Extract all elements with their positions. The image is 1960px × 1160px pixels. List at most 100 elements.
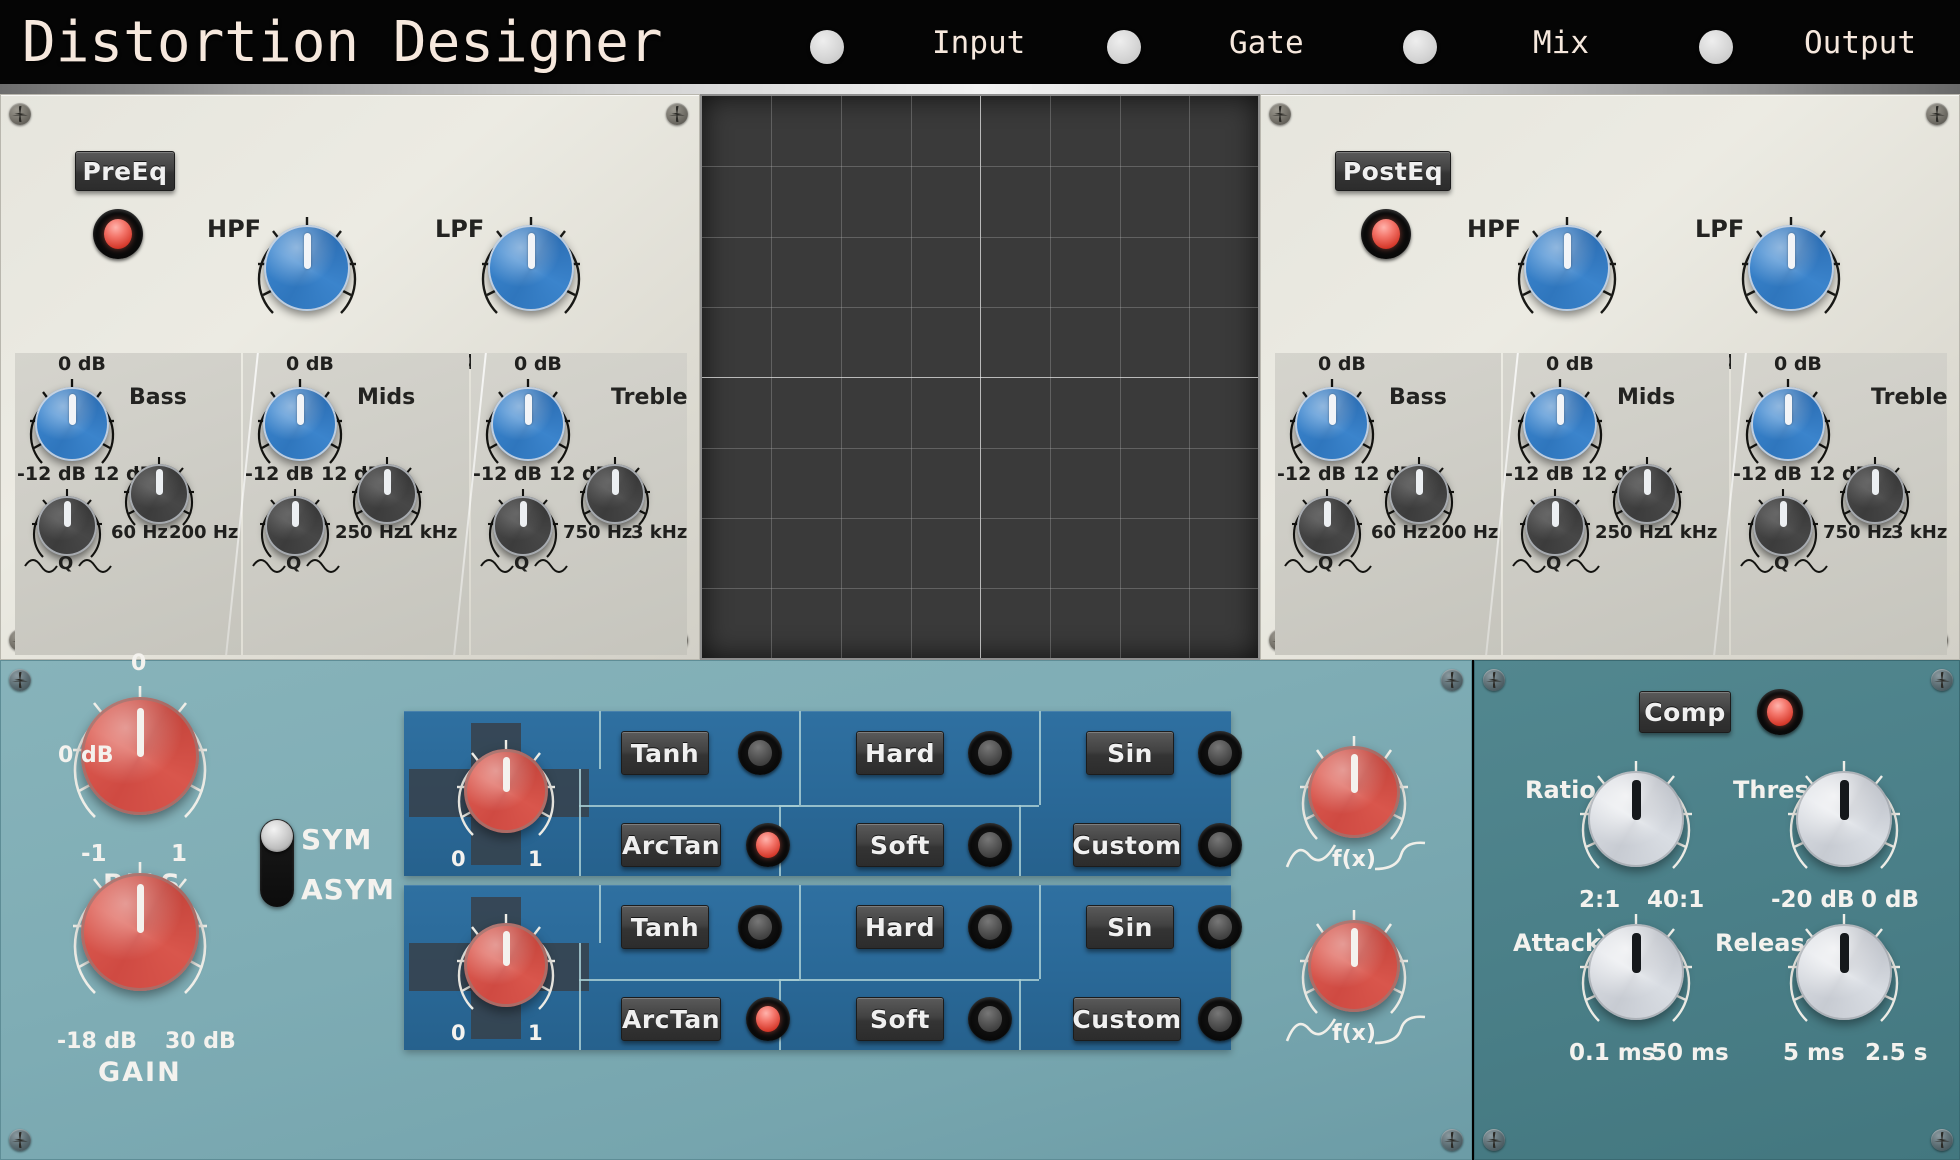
gain-knob[interactable]: [61, 853, 219, 1011]
knob-cap: [35, 387, 109, 461]
stage2-shape-sin-button[interactable]: Sin: [1086, 905, 1174, 949]
comp-release-min-label: 5 ms: [1783, 1040, 1845, 1066]
bias-top-label: 0: [131, 651, 147, 676]
stage1-shape-sin-led-icon[interactable]: [1198, 731, 1242, 775]
post-eq-lpf-knob[interactable]: [1732, 209, 1850, 327]
pre-eq-bass-q-label: Q: [58, 553, 74, 574]
sine-wave-icon: [1285, 1018, 1337, 1042]
stage1-shape-tanh-led-icon[interactable]: [738, 731, 782, 775]
pre-eq-bass-freq-min-label: 60 Hz: [111, 522, 168, 543]
pre-eq-treble-gain-knob[interactable]: [477, 373, 579, 475]
pre-eq-treble-gain-top-label: 0 dB: [514, 353, 562, 375]
stage1-shape-arctan-led-icon[interactable]: [746, 823, 790, 867]
comp-ratio-knob[interactable]: [1571, 754, 1701, 884]
stage2-shape-custom-button[interactable]: Custom: [1072, 997, 1181, 1041]
knob-cap: [1796, 771, 1892, 867]
pre-eq-lpf-knob[interactable]: [472, 209, 590, 327]
post-eq-toggle-button[interactable]: PostEq: [1335, 151, 1451, 191]
cell-divider: [1019, 979, 1021, 1050]
header-bar: Distortion Designer Input Gate Mix Outpu…: [0, 0, 1960, 94]
pre-eq-mids-freq-min-label: 250 Hz: [335, 522, 405, 543]
symmetry-toggle-switch[interactable]: [260, 819, 294, 907]
stage1-shape-soft-led-icon[interactable]: [968, 823, 1012, 867]
pre-eq-treble-q-label: Q: [514, 553, 530, 574]
stage2-shape-custom-led-icon[interactable]: [1198, 997, 1242, 1041]
pre-eq-hpf-knob[interactable]: [248, 209, 366, 327]
post-eq-treble-label: Treble: [1871, 385, 1948, 410]
stage2-shape-arctan-led-icon[interactable]: [746, 997, 790, 1041]
post-eq-bass-gain-knob[interactable]: [1281, 373, 1383, 475]
stage1-shape-arctan-button[interactable]: ArcTan: [621, 823, 721, 867]
stage2-shape-hard-led-icon[interactable]: [968, 905, 1012, 949]
transfer-curve-display[interactable]: [700, 94, 1260, 660]
stage2-shape-soft-button[interactable]: Soft: [856, 997, 944, 1041]
cell-divider: [779, 805, 1039, 807]
post-eq-treble-gain-knob[interactable]: [1737, 373, 1839, 475]
comp-thres-knob[interactable]: [1779, 754, 1909, 884]
pre-eq-bass-gain-min-label: -12 dB: [17, 463, 87, 485]
comp-attack-knob[interactable]: [1571, 907, 1701, 1037]
stage2-shape-hard-button[interactable]: Hard: [856, 905, 944, 949]
knob-cap: [464, 749, 548, 833]
post-eq-bass-gain-min-label: -12 dB: [1277, 463, 1347, 485]
stage1-fx-label: f(x): [1332, 847, 1376, 872]
pre-eq-toggle-button[interactable]: PreEq: [75, 151, 175, 191]
input-knob[interactable]: [810, 30, 844, 64]
knob-cap: [1308, 746, 1400, 838]
knob-cap: [493, 496, 553, 556]
symmetry-option-sym[interactable]: SYM: [301, 823, 372, 856]
stage1-shape-hard-button[interactable]: Hard: [856, 731, 944, 775]
knob-cap: [1617, 464, 1677, 524]
comp-release-knob[interactable]: [1779, 907, 1909, 1037]
symmetry-option-asym[interactable]: ASYM: [301, 873, 395, 906]
screw-icon: [1269, 103, 1291, 125]
post-eq-hpf-knob[interactable]: [1508, 209, 1626, 327]
stage2-shape-tanh-button[interactable]: Tanh: [621, 905, 709, 949]
stage2-fx-knob[interactable]: [1291, 903, 1417, 1029]
stage1-shape-custom-led-icon[interactable]: [1198, 823, 1242, 867]
sine-wave-icon: [1285, 844, 1337, 868]
post-eq-mids-gain-knob[interactable]: [1509, 373, 1611, 475]
comp-led-icon[interactable]: [1757, 689, 1803, 735]
post-eq-led-icon[interactable]: [1361, 209, 1411, 259]
stage1-shape-hard-led-icon[interactable]: [968, 731, 1012, 775]
pre-eq-treble-freq-max-label: 3 kHz: [631, 522, 688, 543]
knob-cap: [488, 225, 574, 311]
stage1-mix-max-label: 1: [528, 847, 543, 871]
compressor-panel: Comp Ratio 2:1 40:1 Thres -20 dB 0 dB At…: [1474, 660, 1960, 1160]
post-eq-mids-q-label: Q: [1546, 553, 1562, 574]
output-knob[interactable]: [1699, 30, 1733, 64]
stage1-shape-sin-button[interactable]: Sin: [1086, 731, 1174, 775]
cell-divider: [579, 943, 581, 1050]
pre-eq-led-icon[interactable]: [93, 209, 143, 259]
stage1-shape-soft-button[interactable]: Soft: [856, 823, 944, 867]
comp-toggle-button[interactable]: Comp: [1639, 691, 1731, 733]
stage2-shape-arctan-button[interactable]: ArcTan: [621, 997, 721, 1041]
screw-icon: [1931, 669, 1953, 691]
post-eq-treble-gain-top-label: 0 dB: [1774, 353, 1822, 375]
stage1-fx-knob[interactable]: [1291, 729, 1417, 855]
pre-eq-mids-freq-max-label: 1 kHz: [401, 522, 458, 543]
pre-eq-bass-gain-knob[interactable]: [21, 373, 123, 475]
screw-icon: [9, 669, 31, 691]
knob-cap: [1845, 464, 1905, 524]
mix-knob[interactable]: [1403, 30, 1437, 64]
curve-wave-icon: [1374, 1015, 1426, 1045]
stage2-shape-soft-led-icon[interactable]: [968, 997, 1012, 1041]
comp-attack-min-label: 0.1 ms: [1569, 1040, 1656, 1066]
pre-eq-mids-gain-knob[interactable]: [249, 373, 351, 475]
knob-cap: [263, 387, 337, 461]
gate-knob[interactable]: [1107, 30, 1141, 64]
stage1-shape-custom-button[interactable]: Custom: [1072, 823, 1181, 867]
stage1-shape-tanh-button[interactable]: Tanh: [621, 731, 709, 775]
screw-icon: [1483, 669, 1505, 691]
screw-icon: [1931, 1129, 1953, 1151]
stage2-shape-tanh-led-icon[interactable]: [738, 905, 782, 949]
knob-cap: [1753, 496, 1813, 556]
stage2-shape-sin-led-icon[interactable]: [1198, 905, 1242, 949]
stage1-mix-knob[interactable]: [448, 733, 564, 849]
curve-wave-icon: [1374, 841, 1426, 871]
stage2-mix-max-label: 1: [528, 1021, 543, 1045]
knob-cap: [491, 387, 565, 461]
stage2-mix-knob[interactable]: [448, 907, 564, 1023]
